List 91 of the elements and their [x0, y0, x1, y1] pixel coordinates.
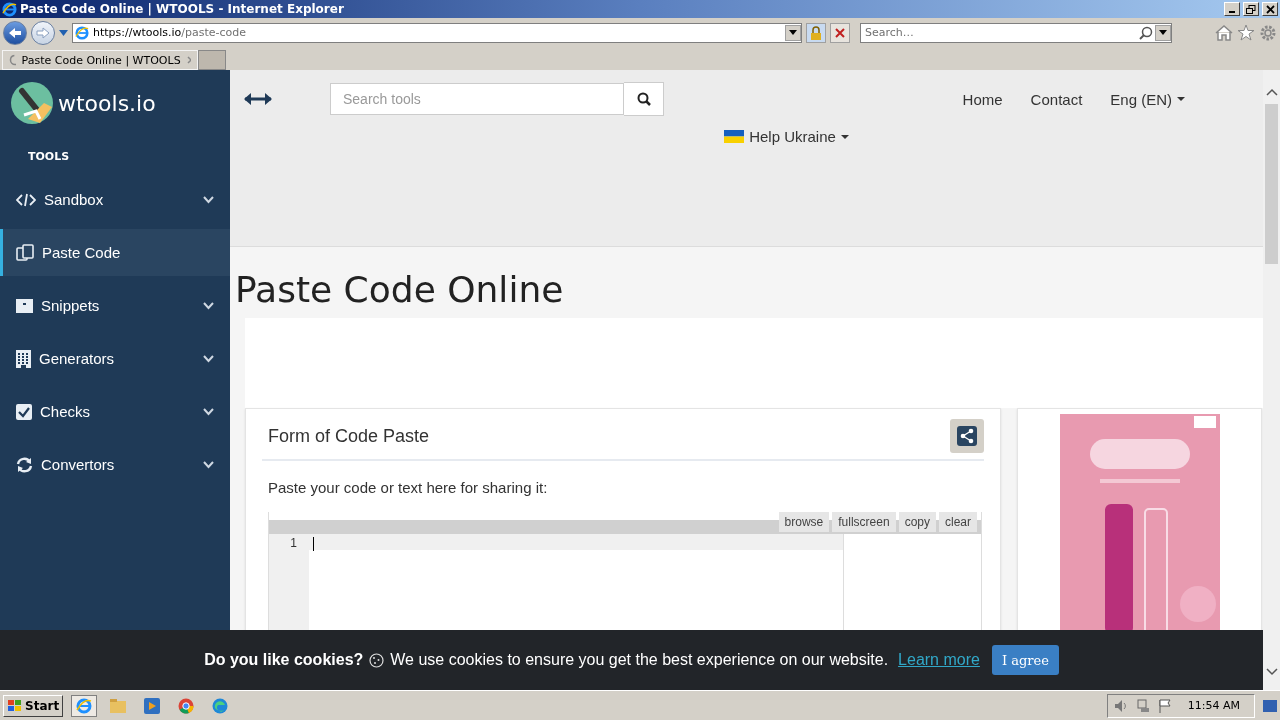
- edge-icon: [212, 697, 229, 714]
- editor-button[interactable]: clear: [939, 512, 977, 532]
- instruction-text: Paste your code or text here for sharing it:: [268, 479, 549, 496]
- refresh-icon: [16, 456, 33, 473]
- home-icon[interactable]: [1215, 24, 1233, 41]
- caret-icon: [1177, 97, 1185, 101]
- share-icon: [957, 426, 977, 446]
- dropdown-arrow-icon[interactable]: [59, 29, 68, 36]
- restore-icon: [1246, 4, 1256, 14]
- speaker-icon[interactable]: [1113, 698, 1128, 713]
- page-icon: [75, 25, 89, 40]
- ie-icon: [76, 697, 93, 714]
- sidebar-item[interactable]: Generators: [0, 332, 230, 385]
- clock: 11:54 AM: [1187, 699, 1240, 712]
- search-icon: [1139, 25, 1153, 40]
- scroll-up-icon[interactable]: [1265, 88, 1278, 96]
- chevron-down-icon: [203, 195, 214, 204]
- network-icon[interactable]: [1135, 698, 1150, 713]
- star-icon[interactable]: [1237, 24, 1255, 41]
- lock-button[interactable]: [806, 22, 826, 43]
- dropdown-button[interactable]: [1155, 24, 1171, 41]
- browser-logo-icon: [2, 1, 17, 17]
- search-button[interactable]: [624, 82, 664, 116]
- cookie-title: Do you like cookies?: [204, 651, 364, 669]
- sidebar-item[interactable]: Sandbox: [0, 173, 230, 226]
- sidebar-item[interactable]: Paste Code: [0, 229, 230, 276]
- flag-icon[interactable]: [1157, 698, 1172, 713]
- dropdown-button[interactable]: [785, 24, 801, 41]
- loading-icon: [9, 54, 16, 66]
- window-title: Paste Code Online | WTOOLS - Internet Explorer: [20, 2, 345, 16]
- minimize-button[interactable]: [1224, 2, 1240, 16]
- card-title: Form of Code Paste: [268, 425, 430, 447]
- nav-link[interactable]: Contact: [1016, 90, 1097, 108]
- cookie-message: We use cookies to ensure you get the best experience on our website.: [390, 651, 889, 669]
- address-field[interactable]: https://wtools.io/paste-code: [72, 22, 802, 43]
- flag-icon: [724, 130, 745, 143]
- nav-link[interactable]: Home: [948, 90, 1017, 108]
- copy-icon: [16, 243, 34, 262]
- editor-button[interactable]: browse: [778, 512, 830, 532]
- windows-logo-icon: [7, 698, 23, 713]
- browser-search-field[interactable]: Search…: [860, 22, 1172, 43]
- editor-button[interactable]: fullscreen: [832, 512, 896, 532]
- caret-icon: [840, 134, 849, 139]
- building-icon: [16, 349, 31, 368]
- site-logo[interactable]: wtools.io: [58, 90, 156, 116]
- chevron-down-icon: [203, 301, 214, 310]
- section-heading: TOOLS: [27, 149, 71, 165]
- chevron-down-icon: [203, 354, 214, 363]
- search-icon: [636, 92, 651, 106]
- share-button[interactable]: [950, 419, 984, 453]
- browser-tab[interactable]: Paste Code Online | WTOOLS: [2, 50, 198, 70]
- double-arrow-icon[interactable]: [244, 93, 272, 105]
- checkbox-icon: [16, 403, 32, 420]
- settings-icon[interactable]: [1259, 23, 1277, 42]
- forward-button[interactable]: [31, 20, 55, 45]
- text-cursor: [313, 537, 314, 551]
- scrollbar[interactable]: [1263, 70, 1280, 690]
- cookie-icon: [369, 652, 385, 668]
- scroll-down-icon[interactable]: [1265, 668, 1278, 676]
- folder-icon: [110, 698, 127, 713]
- sidebar-item[interactable]: Snippets: [0, 279, 230, 332]
- close-button[interactable]: [1262, 2, 1278, 16]
- chrome-icon: [178, 697, 195, 714]
- media-player-icon: [144, 697, 161, 714]
- learn-more-link[interactable]: Learn more: [898, 651, 980, 669]
- start-button[interactable]: Start: [3, 694, 64, 717]
- help-ukraine-link[interactable]: Help Ukraine: [710, 128, 863, 145]
- page-title: Paste Code Online: [235, 269, 565, 310]
- code-icon: [16, 191, 36, 208]
- taskbar-browser-button[interactable]: [71, 694, 98, 717]
- archive-icon: [16, 297, 33, 314]
- editor-button[interactable]: copy: [898, 512, 936, 532]
- scroll-thumb[interactable]: [1265, 104, 1278, 264]
- sidebar-item[interactable]: Convertors: [0, 438, 230, 491]
- caret-icon: [1159, 30, 1167, 35]
- desktop-icon[interactable]: [1263, 699, 1277, 712]
- chevron-down-icon: [203, 407, 214, 416]
- padlock-icon: [810, 25, 822, 40]
- arrow-right-icon: [36, 26, 50, 39]
- logo-icon: [10, 81, 54, 125]
- sidebar-item[interactable]: Checks: [0, 385, 230, 438]
- code-editor[interactable]: browse fullscreen copy clear 1: [268, 512, 982, 633]
- chevron-down-icon: [203, 460, 214, 469]
- restore-button[interactable]: [1243, 2, 1259, 16]
- caret-icon: [789, 30, 797, 35]
- line-number: 1: [290, 535, 298, 552]
- agree-button[interactable]: I agree: [991, 645, 1059, 675]
- back-button[interactable]: [3, 20, 27, 45]
- stop-button[interactable]: [830, 22, 850, 43]
- arrow-left-icon: [8, 26, 22, 39]
- nav-link[interactable]: Eng (EN): [1096, 90, 1199, 108]
